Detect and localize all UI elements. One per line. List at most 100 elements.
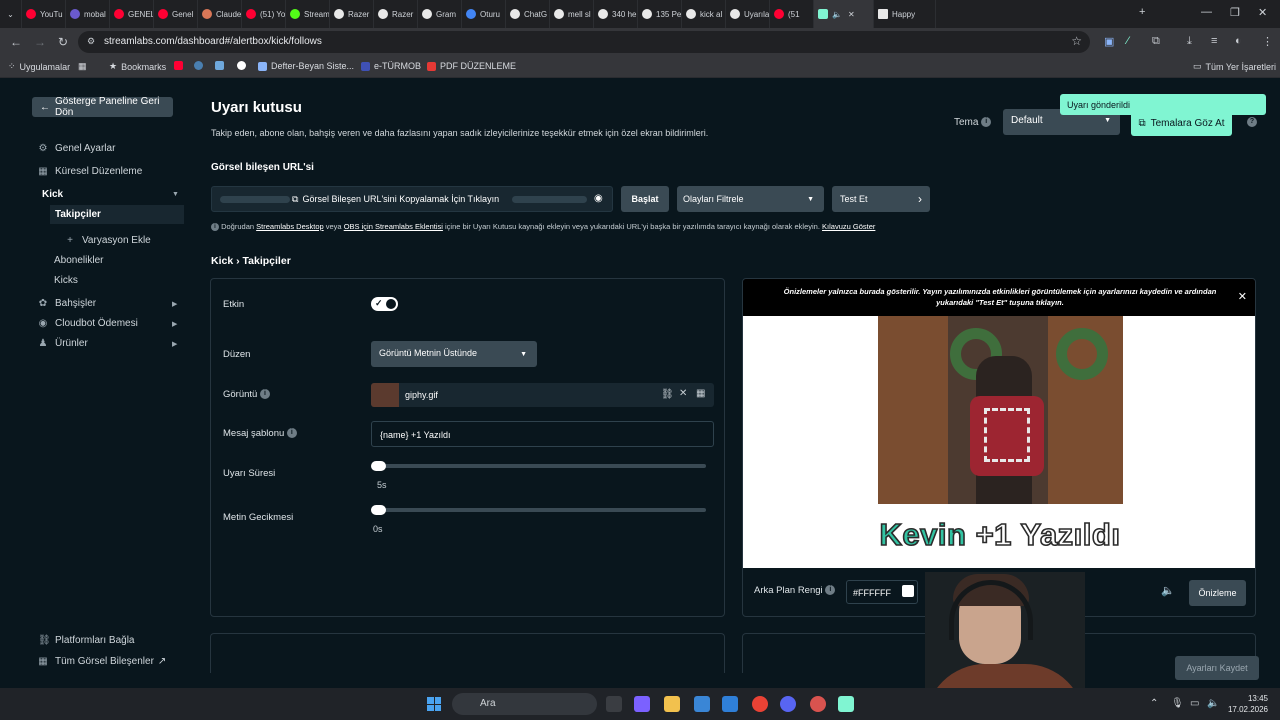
clock[interactable]: 13:45 17.02.2026 xyxy=(1226,693,1268,715)
sidebar-item-global[interactable]: ▦ Küresel Düzenleme xyxy=(38,166,142,177)
browser-tab[interactable]: (51) Yo xyxy=(242,0,286,28)
browser-tab[interactable]: 340 he xyxy=(594,0,638,28)
bookmark-steam[interactable] xyxy=(194,61,207,70)
sidebar-item-followers[interactable]: Takipçiler xyxy=(50,205,184,224)
bg-color-swatch[interactable] xyxy=(902,585,914,597)
translate-icon[interactable]: ▣ xyxy=(1104,35,1114,48)
delay-slider[interactable] xyxy=(375,508,706,512)
info-icon[interactable]: i xyxy=(825,585,836,596)
display-icon[interactable]: ▭ xyxy=(1190,698,1199,709)
microphone-icon[interactable]: 🎙 xyxy=(1171,698,1184,709)
new-tab-button[interactable]: + xyxy=(1139,6,1145,18)
add-variation-button[interactable]: + Varyasyon Ekle xyxy=(65,235,151,246)
tab-groups-icon[interactable]: ▦ xyxy=(78,61,87,72)
bookmark-turmob[interactable]: e-TÜRMOB xyxy=(361,61,421,71)
sidebar-item-products[interactable]: ♟ Ürünler xyxy=(38,338,88,349)
menu-icon[interactable]: ⋮ xyxy=(1262,35,1273,48)
bookmark-youtube[interactable] xyxy=(174,61,187,70)
browser-tab[interactable]: kick al xyxy=(682,0,726,28)
start-button[interactable]: Başlat xyxy=(621,186,669,212)
clear-icon[interactable]: ✕ xyxy=(679,388,687,399)
filter-events-button[interactable]: Olayları Filtrele ▼ xyxy=(677,186,824,212)
save-settings-button[interactable]: Ayarları Kaydet xyxy=(1175,656,1259,680)
sidebar-item-kicks[interactable]: Kicks xyxy=(54,275,78,286)
caret-right-icon[interactable]: ▶ xyxy=(172,340,177,348)
browser-tab[interactable]: Razer xyxy=(330,0,374,28)
browser-tab[interactable]: mobal xyxy=(66,0,110,28)
copilot-icon[interactable] xyxy=(634,696,650,712)
browser-tab[interactable]: Uyarıla xyxy=(726,0,770,28)
caret-right-icon[interactable]: ▶ xyxy=(172,300,177,308)
sidebar-item-cloudbot[interactable]: ◉ Cloudbot Ödemesi xyxy=(38,318,138,329)
all-widgets-link[interactable]: ▦ Tüm Görsel Bileşenler ↗ xyxy=(38,656,166,667)
url-field[interactable]: ⚙ streamlabs.com/dashboard#/alertbox/kic… xyxy=(78,31,1090,53)
bookmark-all[interactable]: ▭ Tüm Yer İşaretleri xyxy=(1193,61,1276,72)
breadcrumb-root[interactable]: Kick xyxy=(211,255,233,267)
close-icon[interactable]: ✕ xyxy=(1238,290,1247,303)
bookmark-defter[interactable]: Defter-Beyan Siste... xyxy=(258,61,354,71)
chevron-up-icon[interactable]: ⌃ xyxy=(1150,698,1158,709)
info-icon[interactable]: i xyxy=(286,428,297,439)
help-icon[interactable]: ? xyxy=(1247,117,1257,127)
bookmark-google[interactable] xyxy=(237,61,250,70)
browser-tab[interactable]: Razer xyxy=(374,0,418,28)
layout-select[interactable]: Görüntü Metnin Üstünde ▼ xyxy=(371,341,537,367)
obs-plugin-link[interactable]: OBS için Streamlabs Eklentisi xyxy=(344,222,443,231)
sidebar-item-kick[interactable]: Kick xyxy=(42,189,63,200)
task-view-icon[interactable] xyxy=(606,696,622,712)
browser-tab[interactable]: GENEL xyxy=(110,0,154,28)
chrome-icon[interactable] xyxy=(752,696,768,712)
test-button[interactable]: Test Et › xyxy=(832,186,930,212)
duration-slider-handle[interactable] xyxy=(371,461,386,471)
bookmark-pdf[interactable]: PDF DÜZENLEME xyxy=(427,61,516,71)
tab-list-button[interactable]: ⌄ xyxy=(0,0,22,28)
browser-tab[interactable]: Oturu xyxy=(462,0,506,28)
browser-tab[interactable]: mell sl xyxy=(550,0,594,28)
download-icon[interactable]: ⤓ xyxy=(1187,35,1192,48)
browser-tab[interactable]: Gram xyxy=(418,0,462,28)
extensions-icon[interactable]: ⧉ xyxy=(1152,35,1160,48)
browser-tab[interactable]: Stream xyxy=(286,0,330,28)
discord-icon[interactable] xyxy=(780,696,796,712)
tab-active[interactable]: 🔈 ✕ xyxy=(814,0,874,28)
store-icon[interactable] xyxy=(694,696,710,712)
minimize-button[interactable]: — xyxy=(1201,6,1212,18)
gallery-grid-icon[interactable]: ▦ xyxy=(696,388,705,399)
mail-icon[interactable] xyxy=(722,696,738,712)
maximize-button[interactable]: ❐ xyxy=(1230,6,1240,19)
bookmark-misc[interactable] xyxy=(215,61,228,70)
browser-tab[interactable]: (51 xyxy=(770,0,814,28)
widget-url-field[interactable]: ⧉ Görsel Bileşen URL'sini Kopyalamak İçin… xyxy=(211,186,613,212)
browser-tab[interactable]: 135 Pe xyxy=(638,0,682,28)
file-explorer-icon[interactable] xyxy=(664,696,680,712)
link-icon[interactable]: ⛓ xyxy=(661,389,674,400)
back-to-dashboard-button[interactable]: ← Gösterge Paneline Geri Dön xyxy=(32,96,173,118)
reload-icon[interactable]: ↻ xyxy=(58,35,68,49)
delay-slider-handle[interactable] xyxy=(371,505,386,515)
media-control-icon[interactable]: ≡ xyxy=(1211,35,1217,47)
browser-tab[interactable]: YouTu xyxy=(22,0,66,28)
profile-avatar[interactable]: ◐ xyxy=(1235,35,1242,47)
preview-button[interactable]: Önizleme xyxy=(1189,580,1246,606)
windows-start-icon[interactable] xyxy=(427,697,441,711)
app-icon[interactable] xyxy=(810,696,826,712)
caret-right-icon[interactable]: ▶ xyxy=(172,320,177,328)
streamlabs-icon[interactable] xyxy=(838,696,854,712)
forward-arrow-icon[interactable]: → xyxy=(34,35,46,49)
info-icon[interactable]: i xyxy=(981,117,992,128)
close-window-button[interactable]: ✕ xyxy=(1258,6,1267,19)
eye-icon[interactable]: ◉ xyxy=(594,193,603,204)
tab-happy[interactable]: Happy xyxy=(874,0,936,28)
extension-streamlabs-icon[interactable]: ⁄ xyxy=(1127,35,1129,47)
browser-tab[interactable]: ChatG xyxy=(506,0,550,28)
bookmark-bookmarks[interactable]: ★ Bookmarks xyxy=(109,61,166,72)
message-template-input[interactable]: {name} +1 Yazıldı xyxy=(371,421,714,447)
sidebar-item-donations[interactable]: ✿ Bahşişler xyxy=(38,298,96,309)
speaker-icon[interactable]: 🔈 xyxy=(1207,698,1219,709)
taskbar-search[interactable]: Ara xyxy=(452,693,597,715)
show-guide-link[interactable]: Kılavuzu Göster xyxy=(822,222,875,231)
duration-slider[interactable] xyxy=(375,464,706,468)
sidebar-item-general[interactable]: ⚙ Genel Ayarlar xyxy=(38,143,116,154)
volume-icon[interactable]: 🔈 xyxy=(1161,584,1175,597)
connect-platforms-link[interactable]: ⛓ Platformları Bağla xyxy=(38,635,134,646)
